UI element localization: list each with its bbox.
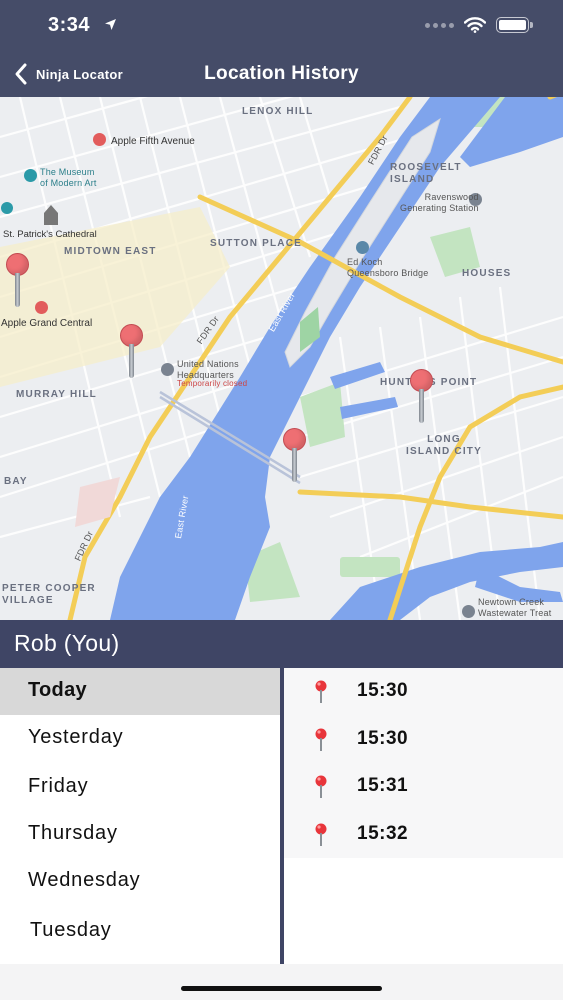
battery-icon — [496, 17, 533, 33]
day-item-label: Yesterday — [28, 726, 124, 748]
map-label-houses: HOUSES — [462, 268, 512, 279]
location-map[interactable]: LENOX HILL ROOSEVELT ISLAND MIDTOWN EAST… — [0, 97, 563, 620]
status-time: 3:34 — [48, 14, 91, 36]
user-name: Rob (You) — [14, 630, 120, 656]
location-pin[interactable] — [6, 253, 30, 309]
poi-icon-3 — [356, 241, 369, 254]
map-poi-un-status: Temporarily closed — [177, 379, 248, 388]
shopping-bag-icon-2 — [35, 301, 48, 314]
day-item-today[interactable]: Today — [0, 668, 280, 715]
day-item-label: Friday — [28, 775, 89, 797]
location-pin[interactable] — [120, 324, 144, 380]
day-item-label: Thursday — [28, 822, 118, 844]
time-list: 15:30 15:30 15:31 15:32 — [284, 668, 563, 964]
time-value: 15:31 — [357, 775, 409, 796]
page-title: Location History — [204, 63, 359, 84]
map-poi-newtown-creek: Newtown Creek Wastewater Treat — [478, 597, 552, 618]
museum-icon — [24, 169, 37, 182]
poi-icon-5 — [462, 605, 475, 618]
map-poi-ed-koch: Ed Koch Queensboro Bridge — [347, 257, 429, 278]
poi-icon-4 — [161, 363, 174, 376]
time-row[interactable]: 15:32 — [284, 811, 563, 858]
map-label-sutton-place: SUTTON PLACE — [210, 238, 302, 249]
map-poi-un-hq: United Nations Headquarters — [177, 359, 239, 380]
home-indicator[interactable] — [181, 986, 382, 991]
navigation-bar: 3:34 Ninja Locator Location History — [0, 0, 563, 97]
user-header: Rob (You) — [0, 620, 563, 668]
map-label-roosevelt-island: ROOSEVELT ISLAND — [390, 162, 462, 185]
day-item-thursday[interactable]: Thursday — [0, 811, 280, 858]
day-item-label: Today — [28, 679, 87, 701]
time-row[interactable]: 15:30 — [284, 668, 563, 715]
time-value: 15:30 — [357, 680, 409, 701]
time-value: 15:30 — [357, 728, 409, 749]
map-poi-apple-fifth: Apple Fifth Avenue — [111, 136, 195, 147]
location-pin[interactable] — [283, 428, 307, 484]
location-arrow-icon — [105, 19, 116, 30]
time-value: 15:32 — [357, 823, 409, 844]
map-poi-ravenswood: Ravenswood Generating Station — [400, 192, 479, 213]
day-item-label: Tuesday — [30, 919, 112, 941]
pushpin-icon — [315, 680, 327, 703]
day-item-wednesday[interactable]: Wednesday — [0, 858, 280, 905]
map-label-murray-hill: MURRAY HILL — [16, 389, 97, 400]
day-item-friday[interactable]: Friday — [0, 764, 280, 811]
wifi-icon — [464, 17, 486, 33]
status-indicators — [425, 17, 533, 33]
day-item-label: Wednesday — [28, 869, 141, 891]
pushpin-icon — [315, 823, 327, 846]
day-item-yesterday[interactable]: Yesterday — [0, 715, 280, 762]
pushpin-icon — [315, 728, 327, 751]
map-poi-apple-grand-central: Apple Grand Central — [1, 318, 93, 329]
map-label-midtown-east: MIDTOWN EAST — [64, 246, 157, 257]
time-row[interactable]: 15:30 — [284, 716, 563, 763]
pushpin-icon — [315, 775, 327, 798]
location-pin[interactable] — [410, 369, 434, 425]
shopping-bag-icon — [93, 133, 106, 146]
map-label-long-island-city: LONG ISLAND CITY — [406, 434, 482, 457]
map-label-peter-cooper-village: PETER COOPER VILLAGE — [2, 583, 96, 606]
day-list: Today Yesterday Friday Thursday Wednesda… — [0, 668, 280, 964]
map-label-bay: BAY — [4, 476, 28, 487]
footer-bar — [0, 964, 563, 1000]
day-item-tuesday[interactable]: Tuesday — [0, 908, 280, 955]
map-label-lenox-hill: LENOX HILL — [242, 106, 314, 117]
map-poi-st-patricks: St. Patrick's Cathedral — [3, 229, 97, 240]
time-row[interactable]: 15:31 — [284, 763, 563, 810]
map-poi-museum: The Museum of Modern Art — [40, 167, 97, 188]
signal-icon — [425, 22, 454, 28]
poi-icon — [1, 202, 13, 214]
